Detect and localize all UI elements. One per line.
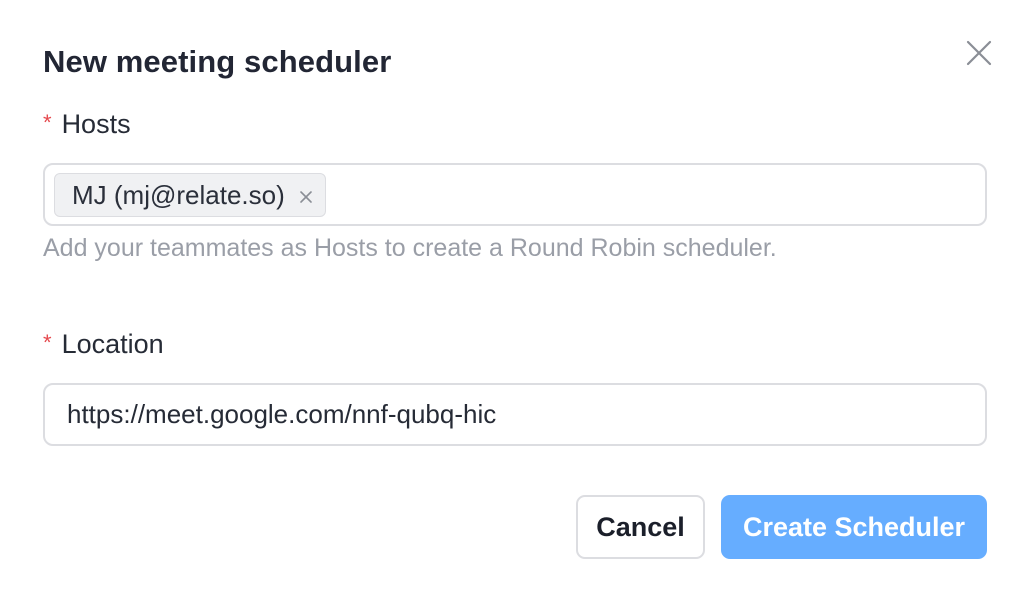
- required-marker: *: [43, 110, 52, 135]
- hosts-label-text: Hosts: [61, 109, 131, 139]
- location-label-text: Location: [61, 329, 164, 359]
- hosts-input[interactable]: MJ (mj@relate.so): [43, 163, 987, 226]
- dialog-title: New meeting scheduler: [43, 44, 392, 79]
- hosts-hint: Add your teammates as Hosts to create a …: [43, 234, 777, 262]
- close-icon: [299, 180, 313, 211]
- close-button[interactable]: [962, 36, 996, 70]
- host-tag: MJ (mj@relate.so): [54, 173, 326, 217]
- location-field: [43, 383, 987, 446]
- host-tag-text: MJ (mj@relate.so): [72, 179, 285, 210]
- create-scheduler-button[interactable]: Create Scheduler: [721, 495, 987, 559]
- cancel-button[interactable]: Cancel: [576, 495, 705, 559]
- location-input[interactable]: [67, 385, 967, 444]
- new-meeting-scheduler-dialog: New meeting scheduler * Hosts MJ (mj@rel…: [0, 0, 1030, 594]
- required-marker: *: [43, 330, 52, 355]
- hosts-label: * Hosts: [43, 109, 131, 140]
- remove-host-button[interactable]: [297, 186, 315, 204]
- location-label: * Location: [43, 329, 164, 360]
- close-icon: [966, 40, 992, 66]
